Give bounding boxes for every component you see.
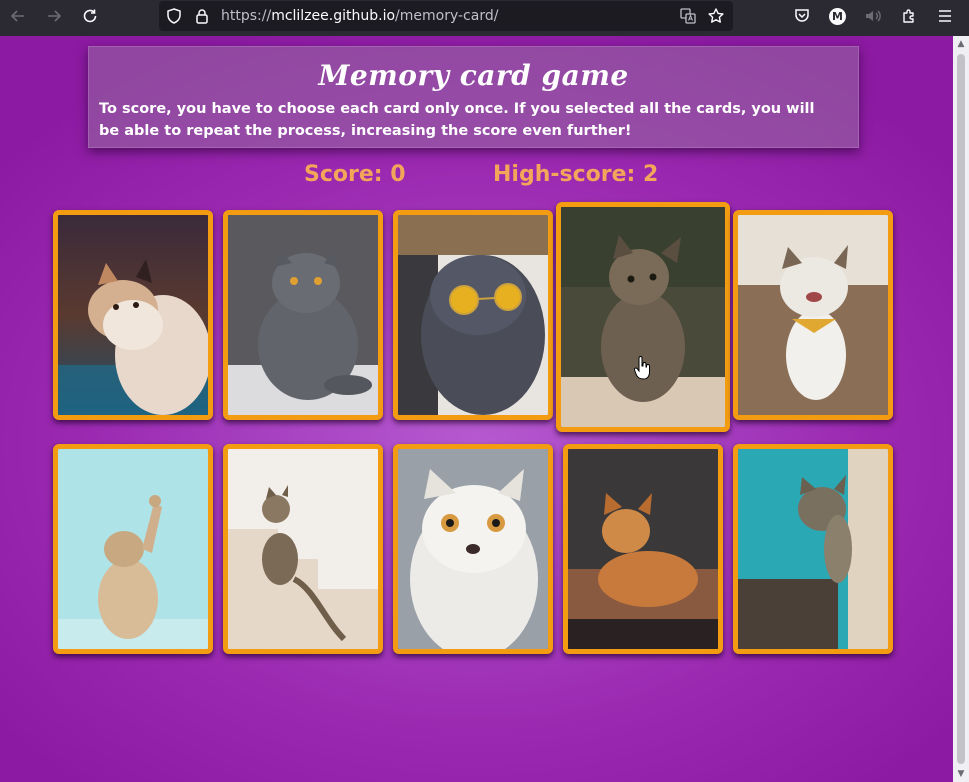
cat-photo-10 bbox=[738, 449, 888, 649]
vertical-scrollbar[interactable]: ▲ ▼ bbox=[953, 36, 969, 782]
scrollbar-thumb[interactable] bbox=[957, 54, 965, 764]
url-path: /memory-card/ bbox=[395, 8, 499, 24]
url-host: mclilzee.github.io bbox=[271, 8, 396, 24]
forward-button[interactable] bbox=[40, 2, 68, 30]
hand-cursor-icon bbox=[634, 356, 650, 380]
forward-arrow-icon bbox=[48, 10, 62, 22]
cat-card-5[interactable] bbox=[733, 210, 893, 420]
highscore-counter: High-score: 2 bbox=[493, 162, 659, 187]
cat-photo-2 bbox=[228, 215, 378, 415]
cat-card-8[interactable] bbox=[393, 444, 553, 654]
cat-card-4[interactable] bbox=[556, 202, 730, 432]
cat-photo-6 bbox=[58, 449, 208, 649]
back-arrow-icon bbox=[10, 10, 24, 22]
translate-icon[interactable] bbox=[679, 7, 697, 25]
address-bar[interactable]: https://mclilzee.github.io/memory-card/ bbox=[159, 1, 733, 31]
cat-card-2[interactable] bbox=[223, 210, 383, 420]
cat-photo-8 bbox=[398, 449, 548, 649]
cat-card-9[interactable] bbox=[563, 444, 723, 654]
bookmark-star-icon[interactable] bbox=[707, 7, 725, 25]
cat-photo-3 bbox=[398, 215, 548, 415]
cat-card-1[interactable] bbox=[53, 210, 213, 420]
cat-card-10[interactable] bbox=[733, 444, 893, 654]
cat-photo-7 bbox=[228, 449, 378, 649]
shield-icon[interactable] bbox=[165, 7, 183, 25]
cat-photo-9 bbox=[568, 449, 718, 649]
reload-icon bbox=[83, 9, 97, 23]
pocket-icon[interactable] bbox=[793, 7, 811, 25]
extensions-icon[interactable] bbox=[900, 7, 918, 25]
score-counter: Score: 0 bbox=[304, 162, 406, 187]
cat-photo-5 bbox=[738, 215, 888, 415]
cat-photo-1 bbox=[58, 215, 208, 415]
reload-button[interactable] bbox=[76, 2, 104, 30]
lock-icon[interactable] bbox=[193, 7, 211, 25]
back-button[interactable] bbox=[4, 2, 32, 30]
menu-icon[interactable] bbox=[936, 7, 954, 25]
url-text[interactable]: https://mclilzee.github.io/memory-card/ bbox=[221, 8, 498, 24]
url-scheme: https:// bbox=[221, 8, 272, 24]
game-title: Memory card game bbox=[318, 59, 629, 92]
scroll-up-icon[interactable]: ▲ bbox=[953, 36, 969, 52]
cat-card-6[interactable] bbox=[53, 444, 213, 654]
speaker-icon[interactable] bbox=[864, 7, 882, 25]
cat-card-7[interactable] bbox=[223, 444, 383, 654]
page-content: Memory card game To score, you have to c… bbox=[0, 36, 953, 782]
game-description: To score, you have to choose each card o… bbox=[99, 101, 815, 139]
header-panel: Memory card game To score, you have to c… bbox=[88, 46, 859, 148]
browser-toolbar: https://mclilzee.github.io/memory-card/ … bbox=[0, 0, 969, 36]
account-avatar[interactable]: M bbox=[829, 8, 846, 25]
avatar-letter: M bbox=[829, 8, 846, 25]
scroll-down-icon[interactable]: ▼ bbox=[953, 766, 969, 782]
cat-photo-4 bbox=[561, 207, 725, 427]
cat-card-3[interactable] bbox=[393, 210, 553, 420]
